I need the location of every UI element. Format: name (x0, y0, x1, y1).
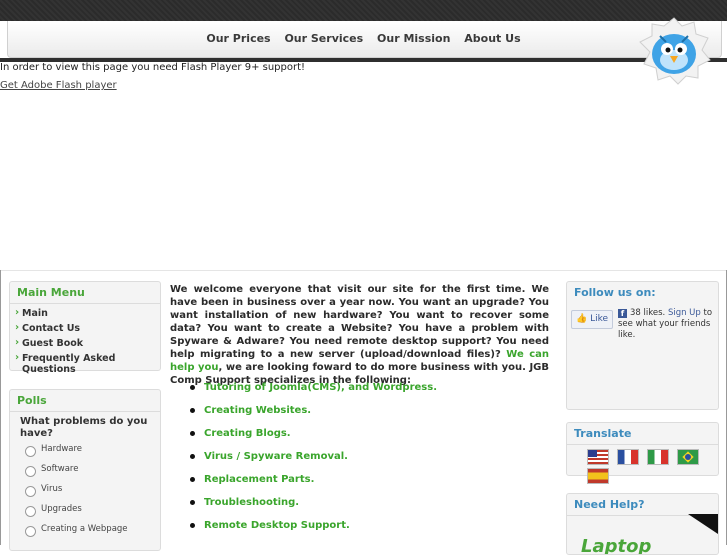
radio-button[interactable] (25, 526, 36, 537)
nav-our-prices[interactable]: Our Prices (206, 32, 270, 45)
svg-text:Laptop: Laptop (581, 536, 651, 554)
list-item[interactable]: Replacement Parts. (190, 472, 437, 495)
radio-button[interactable] (25, 466, 36, 477)
poll-option[interactable]: Hardware (10, 442, 160, 462)
welcome-paragraph: We welcome everyone that visit our site … (170, 283, 549, 387)
list-item[interactable]: Creating Websites. (190, 403, 437, 426)
list-item[interactable]: Troubleshooting. (190, 495, 437, 518)
italy-flag-icon[interactable] (647, 449, 670, 465)
poll-option[interactable]: Upgrades (10, 502, 160, 522)
main-menu-panel: Main Menu Main Contact Us Guest Book Fre… (9, 281, 161, 375)
facebook-like-button[interactable]: 👍 Like (571, 310, 613, 329)
facebook-like-count: f 38 likes. Sign Up to see what your frie… (618, 308, 713, 340)
poll-option[interactable]: Virus (10, 482, 160, 502)
laptop-repair-graphic-icon: Laptop (581, 514, 718, 554)
services-list: Tutoring of Joomla(CMS), and Wordpress. … (190, 380, 437, 541)
menu-item-main[interactable]: Main (10, 306, 160, 321)
twitter-bird-badge-icon[interactable] (636, 16, 712, 86)
translate-panel: Translate (566, 422, 719, 484)
menu-item-guest-book[interactable]: Guest Book (10, 336, 160, 351)
spain-flag-icon[interactable] (587, 468, 609, 484)
list-item[interactable]: Tutoring of Joomla(CMS), and Wordpress. (190, 380, 437, 403)
welcome-intro: We welcome everyone that visit our site … (170, 284, 549, 360)
radio-button[interactable] (25, 486, 36, 497)
follow-us-panel: Follow us on: 👍 Like f 38 likes. Sign Up … (566, 281, 719, 410)
content-left-edge (0, 270, 1, 545)
polls-panel: Polls What problems do you have? Hardwar… (9, 389, 161, 551)
polls-title: Polls (10, 390, 160, 412)
flash-required-message: In order to view this page you need Flas… (0, 62, 306, 73)
nav-our-services[interactable]: Our Services (284, 32, 363, 45)
radio-button[interactable] (25, 446, 36, 457)
nav-our-mission[interactable]: Our Mission (377, 32, 450, 45)
list-item[interactable]: Remote Desktop Support. (190, 518, 437, 541)
radio-button[interactable] (25, 506, 36, 517)
poll-option[interactable]: Creating a Webpage (10, 522, 160, 542)
france-flag-icon[interactable] (617, 449, 640, 465)
facebook-signup-link[interactable]: Sign Up (668, 308, 701, 318)
nav-about-us[interactable]: About Us (464, 32, 520, 45)
poll-question: What problems do you have? (20, 416, 148, 439)
language-flags (587, 449, 718, 487)
need-help-title: Need Help? (567, 494, 718, 516)
follow-us-title: Follow us on: (574, 286, 656, 299)
main-menu-title: Main Menu (10, 282, 160, 304)
menu-item-contact-us[interactable]: Contact Us (10, 321, 160, 336)
menu-item-faq[interactable]: Frequently Asked Questions (10, 351, 160, 375)
poll-option[interactable]: Software (10, 462, 160, 482)
translate-title: Translate (567, 423, 718, 445)
us-flag-icon[interactable] (587, 449, 609, 465)
brazil-flag-icon[interactable] (677, 449, 700, 465)
content-top-divider (0, 270, 727, 271)
get-flash-player-link[interactable]: Get Adobe Flash player (0, 80, 117, 91)
main-navigation: Our Prices Our Services Our Mission Abou… (0, 32, 727, 45)
facebook-icon: f (618, 309, 627, 318)
need-help-panel: Need Help? Laptop (566, 493, 719, 555)
top-texture-bar (0, 0, 727, 21)
list-item[interactable]: Virus / Spyware Removal. (190, 449, 437, 472)
list-item[interactable]: Creating Blogs. (190, 426, 437, 449)
